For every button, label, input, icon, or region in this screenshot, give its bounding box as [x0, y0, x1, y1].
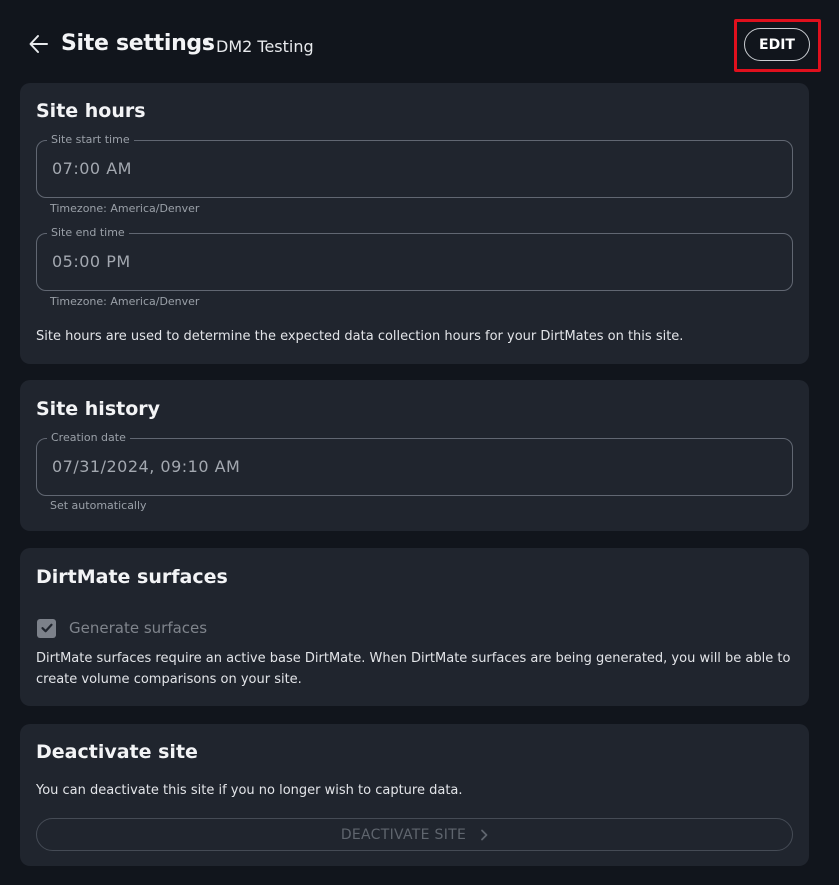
generate-surfaces-label: Generate surfaces	[69, 619, 208, 637]
generate-surfaces-checkbox[interactable]	[37, 618, 56, 638]
site-start-time-value: 07:00 AM	[52, 159, 132, 178]
deactivate-description: You can deactivate this site if you no l…	[36, 783, 463, 798]
creation-date-field: Creation date 07/31/2024, 09:10 AM	[36, 431, 793, 496]
page-title: Site settings	[61, 31, 215, 56]
surfaces-title: DirtMate surfaces	[36, 566, 228, 588]
surfaces-card: DirtMate surfaces Generate surfaces Dirt…	[20, 548, 809, 706]
site-end-time-field[interactable]: Site end time 05:00 PM	[36, 226, 793, 291]
creation-date-label: Creation date	[47, 431, 130, 444]
creation-date-helper: Set automatically	[50, 499, 147, 512]
generate-surfaces-option[interactable]: Generate surfaces	[36, 617, 207, 639]
checkmark-icon	[40, 623, 53, 633]
site-hours-title: Site hours	[36, 100, 146, 122]
chevron-right-icon	[480, 829, 488, 841]
end-timezone-helper: Timezone: America/Denver	[50, 295, 200, 308]
edit-button[interactable]: EDIT	[744, 28, 810, 61]
deactivate-title: Deactivate site	[36, 741, 198, 763]
site-start-time-label: Site start time	[47, 133, 134, 146]
site-end-time-label: Site end time	[47, 226, 129, 239]
page-header: Site settings • DM2 Testing EDIT	[20, 18, 821, 74]
site-history-title: Site history	[36, 398, 161, 420]
arrow-left-icon[interactable]	[28, 31, 50, 57]
deactivate-site-label: DEACTIVATE SITE	[340, 826, 467, 843]
deactivate-card: Deactivate site You can deactivate this …	[20, 724, 809, 866]
site-history-card: Site history Creation date 07/31/2024, 0…	[20, 380, 809, 531]
site-name: DM2 Testing	[216, 37, 314, 56]
title-separator: •	[200, 31, 212, 55]
deactivate-site-button[interactable]: DEACTIVATE SITE	[36, 818, 793, 851]
site-start-time-field[interactable]: Site start time 07:00 AM	[36, 133, 793, 198]
surfaces-description: DirtMate surfaces require an active base…	[36, 651, 791, 687]
creation-date-value: 07/31/2024, 09:10 AM	[52, 457, 241, 476]
site-end-time-value: 05:00 PM	[52, 252, 131, 271]
site-hours-card: Site hours Site start time 07:00 AM Time…	[20, 83, 809, 364]
site-hours-description: Site hours are used to determine the exp…	[36, 329, 684, 344]
start-timezone-helper: Timezone: America/Denver	[50, 202, 200, 215]
